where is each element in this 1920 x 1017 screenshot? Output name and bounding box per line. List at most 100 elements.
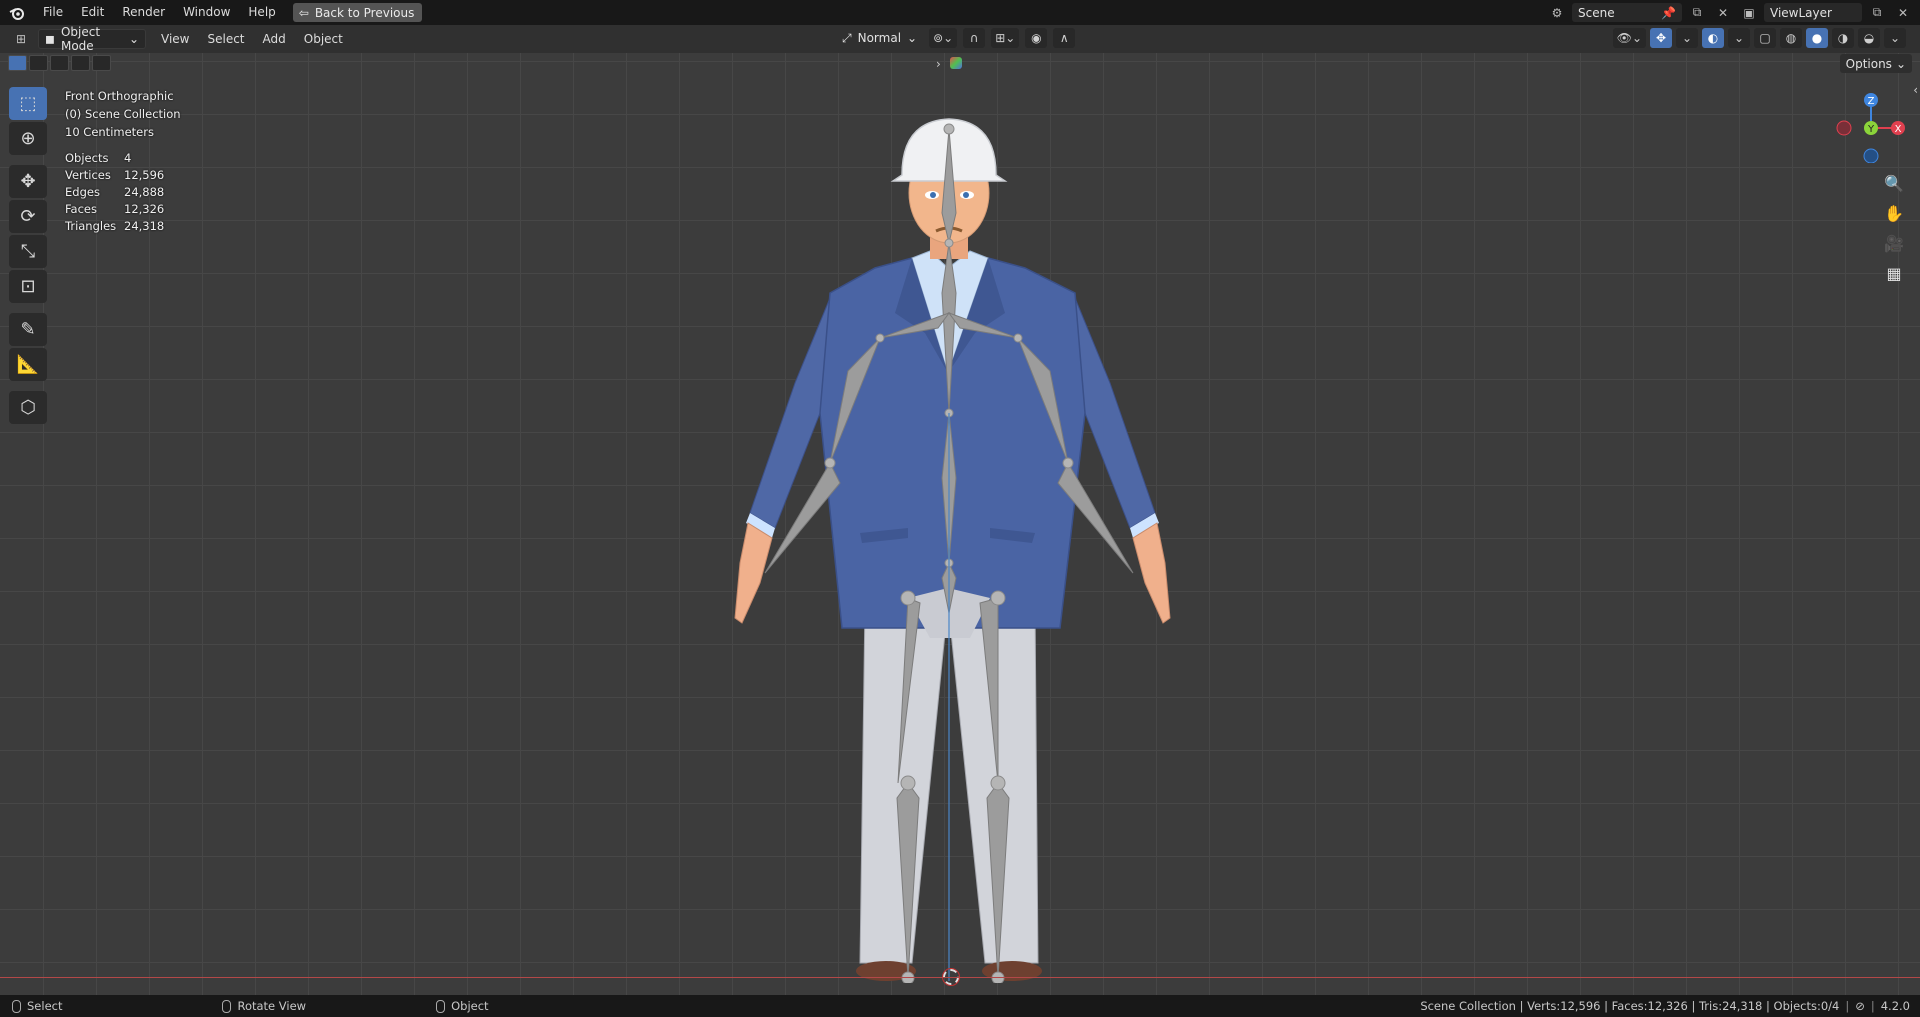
status-object-label: Object: [451, 999, 489, 1013]
editor-type-icon[interactable]: ⊞: [10, 30, 32, 49]
stat-row: Vertices 12,596: [65, 168, 165, 182]
status-rotate-label: Rotate View: [237, 999, 307, 1013]
blender-logo-icon[interactable]: [0, 0, 34, 25]
view-name: Front Orthographic: [65, 89, 174, 103]
xray-icon[interactable]: ▢: [1754, 28, 1776, 48]
select-intersect-icon[interactable]: [92, 55, 111, 71]
camera-view-icon[interactable]: 🎥: [1880, 231, 1908, 255]
top-menu-bar: File Edit Render Window Help ⇦ Back to P…: [0, 0, 1920, 25]
menu-file[interactable]: File: [34, 0, 72, 25]
scene-name: Scene: [1578, 5, 1615, 20]
snap-target-icon[interactable]: ⊞⌄: [991, 28, 1020, 48]
back-to-previous-button[interactable]: ⇦ Back to Previous: [292, 3, 423, 22]
view-layer-name: ViewLayer: [1770, 5, 1832, 20]
move-icon[interactable]: ✥: [9, 165, 47, 198]
3d-viewport[interactable]: Options ⌄ ⬚ ⊕ ✥ ⟳ ⤡ ⊡ ✎ 📐 ⬡ Front Orthog…: [0, 53, 1920, 995]
x-axis-line: [0, 977, 1920, 978]
gizmo-z-label: Z: [1868, 96, 1875, 107]
visibility-icon[interactable]: 👁⌄: [1612, 28, 1646, 48]
delete-view-layer-icon[interactable]: ✕: [1892, 3, 1914, 22]
stat-row: Objects 4: [65, 151, 132, 165]
select-subtract-icon[interactable]: [50, 55, 69, 71]
menu-select[interactable]: Select: [198, 32, 253, 46]
status-select: Select: [12, 999, 62, 1013]
select-invert-icon[interactable]: [71, 55, 90, 71]
delete-scene-icon[interactable]: ✕: [1712, 3, 1734, 22]
mode-dropdown[interactable]: ◼ Object Mode ⌄: [38, 25, 146, 53]
select-box-icon[interactable]: ⬚: [9, 87, 47, 120]
new-view-layer-icon[interactable]: ⧉: [1866, 3, 1888, 22]
character-model[interactable]: [680, 83, 1240, 983]
status-bar: Select Rotate View Object Scene Collecti…: [0, 995, 1920, 1017]
wireframe-shading-icon[interactable]: ◍: [1780, 28, 1802, 48]
transform-orientation-dropdown[interactable]: ⤢ Normal ⌄: [836, 28, 923, 48]
overlay-toggle-icon[interactable]: ◐: [1702, 28, 1724, 48]
menu-help[interactable]: Help: [239, 0, 284, 25]
overlay-dropdown-icon[interactable]: ⌄: [1728, 28, 1750, 48]
annotate-icon[interactable]: ✎: [9, 313, 47, 346]
options-label: Options: [1845, 56, 1892, 71]
add-cube-icon[interactable]: ⬡: [9, 391, 47, 424]
scene-field[interactable]: Scene 📌: [1572, 3, 1682, 22]
menu-render[interactable]: Render: [113, 0, 174, 25]
measure-icon[interactable]: 📐: [9, 348, 47, 381]
expand-arrow-icon[interactable]: ›: [936, 57, 941, 71]
options-dropdown[interactable]: Options ⌄: [1839, 54, 1912, 73]
proportional-edit-icon[interactable]: ◉: [1025, 28, 1048, 48]
menu-edit[interactable]: Edit: [72, 0, 113, 25]
select-new-icon[interactable]: [8, 55, 27, 71]
status-object: Object: [436, 999, 489, 1013]
status-select-label: Select: [27, 999, 63, 1013]
solid-shading-icon[interactable]: ●: [1806, 28, 1828, 48]
gizmo-x-label: X: [1895, 124, 1902, 135]
view-layer-icon[interactable]: ▣: [1738, 3, 1760, 22]
menu-object[interactable]: Object: [295, 32, 352, 46]
rotate-icon[interactable]: ⟳: [9, 200, 47, 233]
pan-hand-icon[interactable]: ✋: [1880, 201, 1908, 225]
menu-add[interactable]: Add: [254, 32, 295, 46]
new-scene-icon[interactable]: ⧉: [1686, 3, 1708, 22]
gizmo-dropdown-icon[interactable]: ⌄: [1676, 28, 1698, 48]
falloff-icon[interactable]: ∧: [1053, 28, 1076, 48]
grid-scale: 10 Centimeters: [65, 125, 154, 139]
scene-statistics: Objects 4 Vertices 12,596 Edges 24,888 Face…: [65, 150, 164, 235]
orientation-icon: ⤢: [842, 30, 852, 45]
network-off-icon: ⊘: [1855, 999, 1865, 1013]
snap-icon[interactable]: ∩: [963, 28, 986, 48]
back-icon: ⇦: [298, 5, 309, 20]
status-scene-info: Scene Collection | Verts:12,596 | Faces:…: [1420, 999, 1840, 1013]
mouse-left-icon: [12, 999, 21, 1013]
chevron-down-icon: ⌄: [907, 31, 918, 45]
material-shading-icon[interactable]: ◑: [1832, 28, 1854, 48]
pivot-point-icon[interactable]: ⊚⌄: [929, 28, 958, 48]
stat-row: Edges 24,888: [65, 185, 165, 199]
object-mode-icon: ◼: [45, 32, 55, 46]
object-type-icon: [950, 57, 962, 69]
perspective-grid-icon[interactable]: ▦: [1880, 261, 1908, 285]
rendered-shading-icon[interactable]: ◒: [1858, 28, 1880, 48]
pin-icon[interactable]: 📌: [1661, 6, 1676, 20]
mouse-right-icon: [436, 999, 446, 1013]
select-extend-icon[interactable]: [29, 55, 48, 71]
mode-label: Object Mode: [60, 25, 101, 53]
gizmo-y-label: Y: [1867, 124, 1875, 135]
menu-window[interactable]: Window: [174, 0, 239, 25]
version-label: 4.2.0: [1880, 999, 1910, 1013]
chevron-down-icon: ⌄: [1895, 56, 1906, 71]
cursor-icon[interactable]: ⊕: [9, 122, 47, 155]
zoom-icon[interactable]: 🔍: [1880, 171, 1908, 195]
transform-icon[interactable]: ⊡: [9, 270, 47, 303]
menu-view[interactable]: View: [152, 32, 198, 46]
view-layer-field[interactable]: ViewLayer: [1764, 3, 1862, 22]
gizmo-neg-x-icon: [1836, 120, 1852, 136]
gizmo-toggle-icon[interactable]: ✥: [1650, 28, 1672, 48]
sidebar-toggle-icon[interactable]: ‹: [1913, 83, 1918, 97]
scene-selector-icon[interactable]: ⚙: [1546, 3, 1568, 22]
stat-row: Faces 12,326: [65, 202, 165, 216]
back-to-previous-label: Back to Previous: [314, 5, 415, 20]
shading-dropdown-icon[interactable]: ⌄: [1884, 28, 1906, 48]
navigation-gizmo[interactable]: Z X Y: [1836, 83, 1906, 164]
scale-icon[interactable]: ⤡: [9, 235, 47, 268]
stat-row: Triangles 24,318: [65, 219, 165, 233]
viewport-header: ⊞ ◼ Object Mode ⌄ View Select Add Object…: [0, 25, 1920, 53]
